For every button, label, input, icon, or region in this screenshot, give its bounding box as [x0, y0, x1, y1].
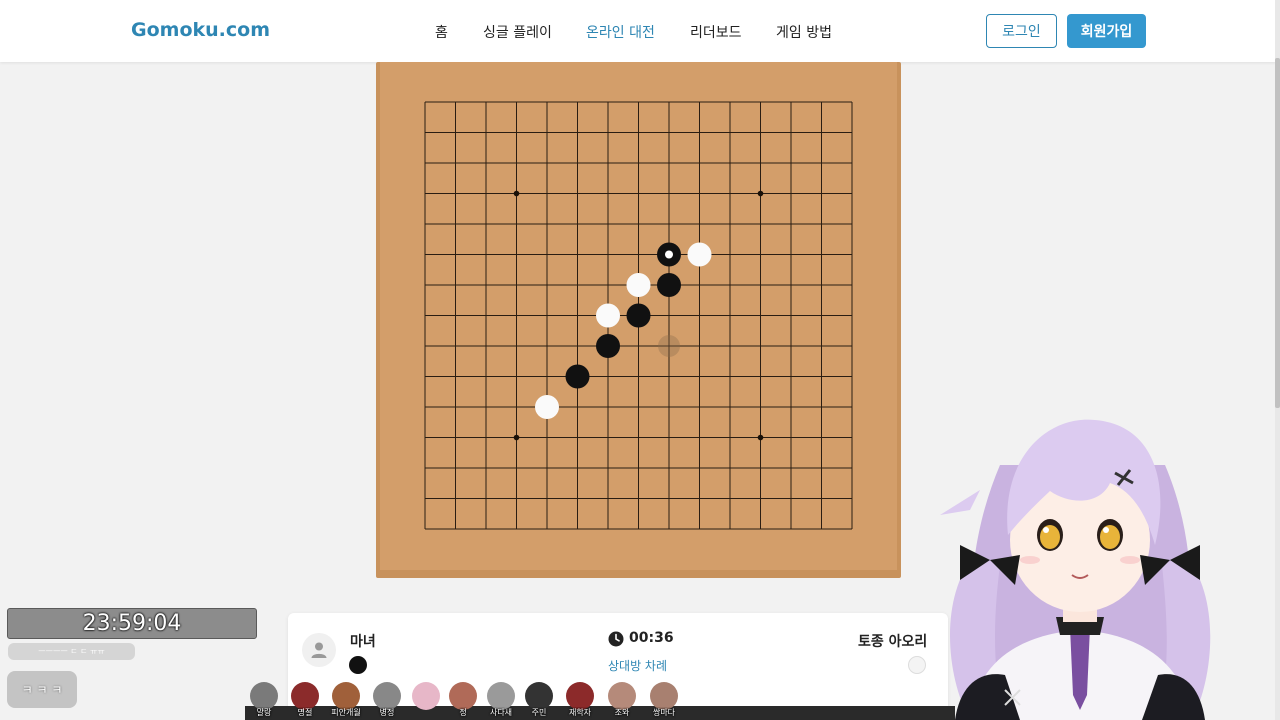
user-avatar-icon [302, 633, 336, 667]
viewer-avatar-image [291, 682, 319, 710]
top-navbar: Gomoku.com 홈 싱글 플레이 온라인 대전 리더보드 게임 방법 로그… [0, 0, 1276, 62]
viewer-avatar: 피안개월 [326, 680, 366, 720]
white-stone [535, 395, 559, 419]
chat-bubble-small: ㅡㅡㅡㅡ ㄷ ㄷ ㅠㅠ [8, 643, 135, 660]
star-point [757, 190, 764, 197]
nav-single-play[interactable]: 싱글 플레이 [483, 22, 552, 42]
player2-name: 토종 아오리 [858, 634, 928, 650]
nav-home[interactable]: 홈 [435, 22, 448, 42]
last-move-marker [665, 250, 673, 259]
game-timer: 00:36 [629, 630, 674, 646]
viewer-avatar-image [566, 682, 594, 710]
page-scrollbar[interactable] [1275, 0, 1280, 720]
star-point [513, 434, 520, 441]
player1-name: 마녀 [350, 634, 376, 650]
hover-stone-preview[interactable] [658, 335, 680, 357]
viewer-avatar: 조와 [602, 680, 642, 720]
viewer-avatar: 재학자 [560, 680, 600, 720]
stream-clock-overlay: 23:59:04 [7, 608, 257, 639]
viewer-avatar-image [608, 682, 636, 710]
viewer-avatar-image [250, 682, 278, 710]
star-point [513, 190, 520, 197]
white-stone [626, 273, 651, 297]
viewer-avatar-image [650, 682, 678, 710]
black-stone [626, 303, 651, 328]
chat-bubble: ㅋ ㅋ ㅋ [7, 671, 77, 708]
viewer-avatar-image [373, 682, 401, 710]
viewer-avatar-image [449, 682, 477, 710]
viewer-avatar: 명절 [285, 680, 325, 720]
viewer-name: 병정 [379, 708, 395, 717]
viewer-avatar-image [525, 682, 553, 710]
signup-button[interactable]: 회원가입 [1067, 14, 1146, 48]
white-stone [596, 303, 620, 328]
clock-icon [608, 631, 624, 647]
site-logo[interactable]: Gomoku.com [131, 19, 270, 41]
viewer-avatar-image [487, 682, 515, 710]
white-stone [687, 242, 712, 267]
viewer-name: 재학자 [568, 708, 592, 717]
gomoku-board[interactable] [376, 62, 901, 578]
black-stone [657, 273, 681, 297]
viewer-avatar-image [332, 682, 360, 710]
vtuber-avatar [940, 419, 1211, 720]
turn-status: 상대방 차례 [608, 659, 668, 673]
star-point [757, 434, 764, 441]
black-stone [596, 334, 620, 358]
viewer-name: 쌍마다 [652, 708, 676, 717]
login-button[interactable]: 로그인 [986, 14, 1057, 48]
player1-black-stone-icon [349, 656, 367, 674]
nav-how-to-play[interactable]: 게임 방법 [776, 22, 832, 42]
viewer-avatar: 주민 [519, 680, 559, 720]
viewer-avatar: 병정 [367, 680, 407, 720]
viewer-avatar-image [412, 682, 440, 710]
scrollbar-thumb[interactable] [1275, 58, 1280, 408]
viewer-avatar: 말랑 [244, 680, 284, 720]
viewer-avatar: 쌍마다 [644, 680, 684, 720]
nav-leaderboard[interactable]: 리더보드 [690, 22, 742, 42]
viewer-name: 조와 [614, 708, 630, 717]
black-stone [565, 364, 590, 389]
nav-online-match[interactable]: 온라인 대전 [586, 22, 655, 42]
player2-white-stone-icon [908, 656, 926, 674]
